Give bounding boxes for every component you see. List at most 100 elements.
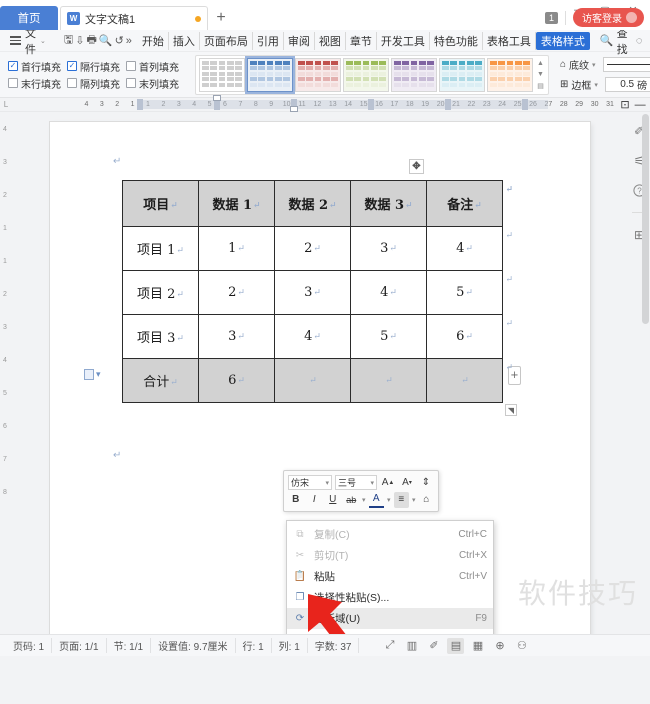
- scroll-down-icon[interactable]: ▼: [535, 69, 546, 80]
- italic-icon[interactable]: I: [307, 492, 323, 508]
- line-width-select[interactable]: 0.5 磅 ▾: [604, 77, 650, 92]
- menu-item-paste[interactable]: 📋 粘贴 Ctrl+V: [287, 566, 493, 587]
- font-name-select[interactable]: 仿宋 ▾: [288, 475, 332, 490]
- font-color-icon[interactable]: A: [368, 492, 385, 508]
- table-row[interactable]: 项目 3↵ 3↵ 4↵ 5↵ 6↵ ↵: [122, 314, 513, 359]
- cloud-sync-icon[interactable]: ◌: [630, 32, 649, 50]
- ribbon-tab-layout[interactable]: 页面布局: [200, 31, 253, 50]
- ribbon-tab-features[interactable]: 特色功能: [430, 31, 483, 50]
- checkbox-banded-columns[interactable]: 隔列填充: [67, 76, 120, 91]
- table-cell[interactable]: 3↵: [274, 270, 351, 315]
- menu-item-paste-special[interactable]: ❐ 选择性粘贴(S)...: [287, 587, 493, 608]
- checkbox-icon[interactable]: [8, 78, 18, 88]
- page-view-icon[interactable]: ▤: [447, 637, 465, 654]
- checkbox-banded-rows[interactable]: 隔行填充: [67, 59, 120, 74]
- web-view-icon[interactable]: ⊕: [491, 638, 508, 654]
- print-preview-icon[interactable]: 🔍: [99, 32, 113, 50]
- table-row-total[interactable]: 合计↵ 6↵ ↵ ↵ ↵ ↵ ◥: [122, 358, 517, 416]
- menu-item-update-field[interactable]: ⟳ 更新域(U) F9: [287, 608, 493, 629]
- tab-stop-selector[interactable]: L: [0, 100, 12, 109]
- table-cell[interactable]: ↵: [274, 358, 351, 403]
- grow-font-icon[interactable]: A ▲: [380, 475, 396, 491]
- checkbox-icon[interactable]: [126, 78, 136, 88]
- table-style-red[interactable]: [295, 57, 341, 92]
- table-cell[interactable]: ↵: [350, 358, 427, 403]
- highlight-pen-icon[interactable]: ✐: [425, 638, 442, 654]
- notification-badge[interactable]: 1: [544, 11, 558, 24]
- new-tab-button[interactable]: +: [208, 6, 234, 30]
- ribbon-tab-section[interactable]: 章节: [346, 31, 377, 50]
- format-painter-icon[interactable]: ⌂: [419, 492, 435, 508]
- column-marker[interactable]: [368, 99, 375, 110]
- chevron-down-icon[interactable]: ▾: [370, 479, 374, 487]
- column-marker[interactable]: [137, 99, 144, 110]
- column-marker[interactable]: [445, 99, 452, 110]
- chevron-down-icon[interactable]: ▾: [594, 81, 598, 89]
- tab-document-1[interactable]: W 文字文稿1: [60, 6, 208, 30]
- chevron-down-icon[interactable]: ▾: [325, 479, 329, 487]
- table-cell[interactable]: 项目 1↵: [122, 226, 199, 271]
- table-row[interactable]: 项目 1↵ 1↵ 2↵ 3↵ 4↵ ↵: [122, 226, 513, 271]
- tab-home[interactable]: 首页: [0, 6, 58, 30]
- font-size-select[interactable]: 三号 ▾: [335, 475, 377, 490]
- output-pdf-icon[interactable]: ⇩: [75, 32, 84, 50]
- document-canvas[interactable]: ↵ 项目↵ 数据 1↵ 数据 2↵ 数据 3↵ 备注↵ ↵ ✥ 项目 1↵ 1↵…: [12, 112, 628, 634]
- checkbox-icon[interactable]: [67, 78, 77, 88]
- outline-view-icon[interactable]: ▦: [469, 638, 486, 654]
- strikethrough-icon[interactable]: ab: [344, 492, 360, 508]
- checkbox-icon[interactable]: [126, 61, 136, 71]
- save-icon[interactable]: 🖫: [64, 32, 73, 50]
- reading-view-icon[interactable]: ⚇: [513, 638, 530, 654]
- ribbon-tab-table-tools[interactable]: 表格工具: [483, 31, 536, 50]
- table-cell[interactable]: 5↵ ↵ +: [426, 270, 521, 385]
- guest-login-button[interactable]: 访客登录: [573, 8, 644, 27]
- table-cell[interactable]: 2↵: [274, 226, 351, 271]
- checkbox-last-row[interactable]: 末行填充: [8, 76, 61, 91]
- table-cell[interactable]: 数据 3↵: [350, 180, 427, 227]
- border-button[interactable]: ⊞ 边框 ▾: [557, 76, 601, 93]
- line-spacing-icon[interactable]: ⇕: [418, 475, 434, 491]
- table-cell[interactable]: 4↵: [274, 314, 351, 359]
- table-style-orange[interactable]: [487, 57, 533, 92]
- gallery-more-icon[interactable]: ▤: [535, 81, 546, 92]
- table-cell[interactable]: 2↵: [198, 270, 275, 315]
- table-cell[interactable]: 数据 2↵: [274, 180, 351, 227]
- checkbox-first-row[interactable]: 首行填充: [8, 59, 61, 74]
- chevron-down-icon[interactable]: ▾: [592, 61, 596, 69]
- two-page-view-icon[interactable]: ▥: [403, 638, 420, 654]
- align-center-icon[interactable]: ≡: [393, 491, 410, 508]
- ribbon-tab-table-style[interactable]: 表格样式: [535, 31, 590, 50]
- mini-format-toolbar[interactable]: 仿宋 ▾ 三号 ▾ A ▲ A ▾ ⇕ B I U ab ▾ A ▾ ≡ ▾ ⌂: [283, 470, 439, 512]
- table-cell[interactable]: 项目 2↵: [122, 270, 199, 315]
- ribbon-tab-start[interactable]: 开始: [138, 31, 169, 50]
- chevron-down-icon[interactable]: ▾: [362, 496, 366, 504]
- print-icon[interactable]: 🖶: [86, 32, 96, 50]
- checkbox-icon[interactable]: [67, 61, 77, 71]
- ribbon-tab-reference[interactable]: 引用: [253, 31, 284, 50]
- ribbon-tab-view[interactable]: 视图: [315, 31, 346, 50]
- table-cell[interactable]: 3↵: [350, 226, 427, 271]
- vertical-ruler[interactable]: 4 3 2 1 1 2 3 4 5 6 7 8: [0, 112, 12, 634]
- table-cell[interactable]: 备注↵ ↵ ✥: [409, 159, 513, 227]
- table-row[interactable]: 项目 2↵ 2↵ 3↵ 4↵ 5↵ ↵ +: [122, 270, 521, 385]
- shrink-font-icon[interactable]: A ▾: [399, 475, 415, 491]
- chevron-down-icon[interactable]: ▾: [387, 496, 391, 504]
- document-table[interactable]: 项目↵ 数据 1↵ 数据 2↵ 数据 3↵ 备注↵ ↵ ✥ 项目 1↵ 1↵ 2…: [122, 159, 521, 416]
- table-cell[interactable]: 6↵: [198, 358, 275, 403]
- underline-icon[interactable]: U: [325, 492, 341, 508]
- checkbox-icon[interactable]: [8, 61, 18, 71]
- fullscreen-icon[interactable]: ⤢: [381, 638, 398, 654]
- table-row-header[interactable]: 项目↵ 数据 1↵ 数据 2↵ 数据 3↵ 备注↵ ↵ ✥: [122, 159, 513, 227]
- table-move-handle[interactable]: ✥: [409, 159, 424, 174]
- table-cell[interactable]: ↵ ↵ ◥: [426, 358, 517, 416]
- table-cell[interactable]: 4↵: [350, 270, 427, 315]
- chevron-down-icon[interactable]: ▾: [412, 496, 416, 504]
- table-style-purple[interactable]: [391, 57, 437, 92]
- table-style-cyan[interactable]: [439, 57, 485, 92]
- column-marker[interactable]: [522, 99, 529, 110]
- table-cell[interactable]: 1↵: [198, 226, 275, 271]
- menu-item-cut[interactable]: ✂ 剪切(T) Ctrl+X: [287, 545, 493, 566]
- ribbon-tab-developer[interactable]: 开发工具: [377, 31, 430, 50]
- horizontal-ruler[interactable]: 4 3 2 1 1 2 3 4 5 6 7 8 9 10 11 12 13 14 15 16 17 18 19 20 21 22 2…: [12, 95, 616, 112]
- table-style-blue[interactable]: [245, 55, 295, 94]
